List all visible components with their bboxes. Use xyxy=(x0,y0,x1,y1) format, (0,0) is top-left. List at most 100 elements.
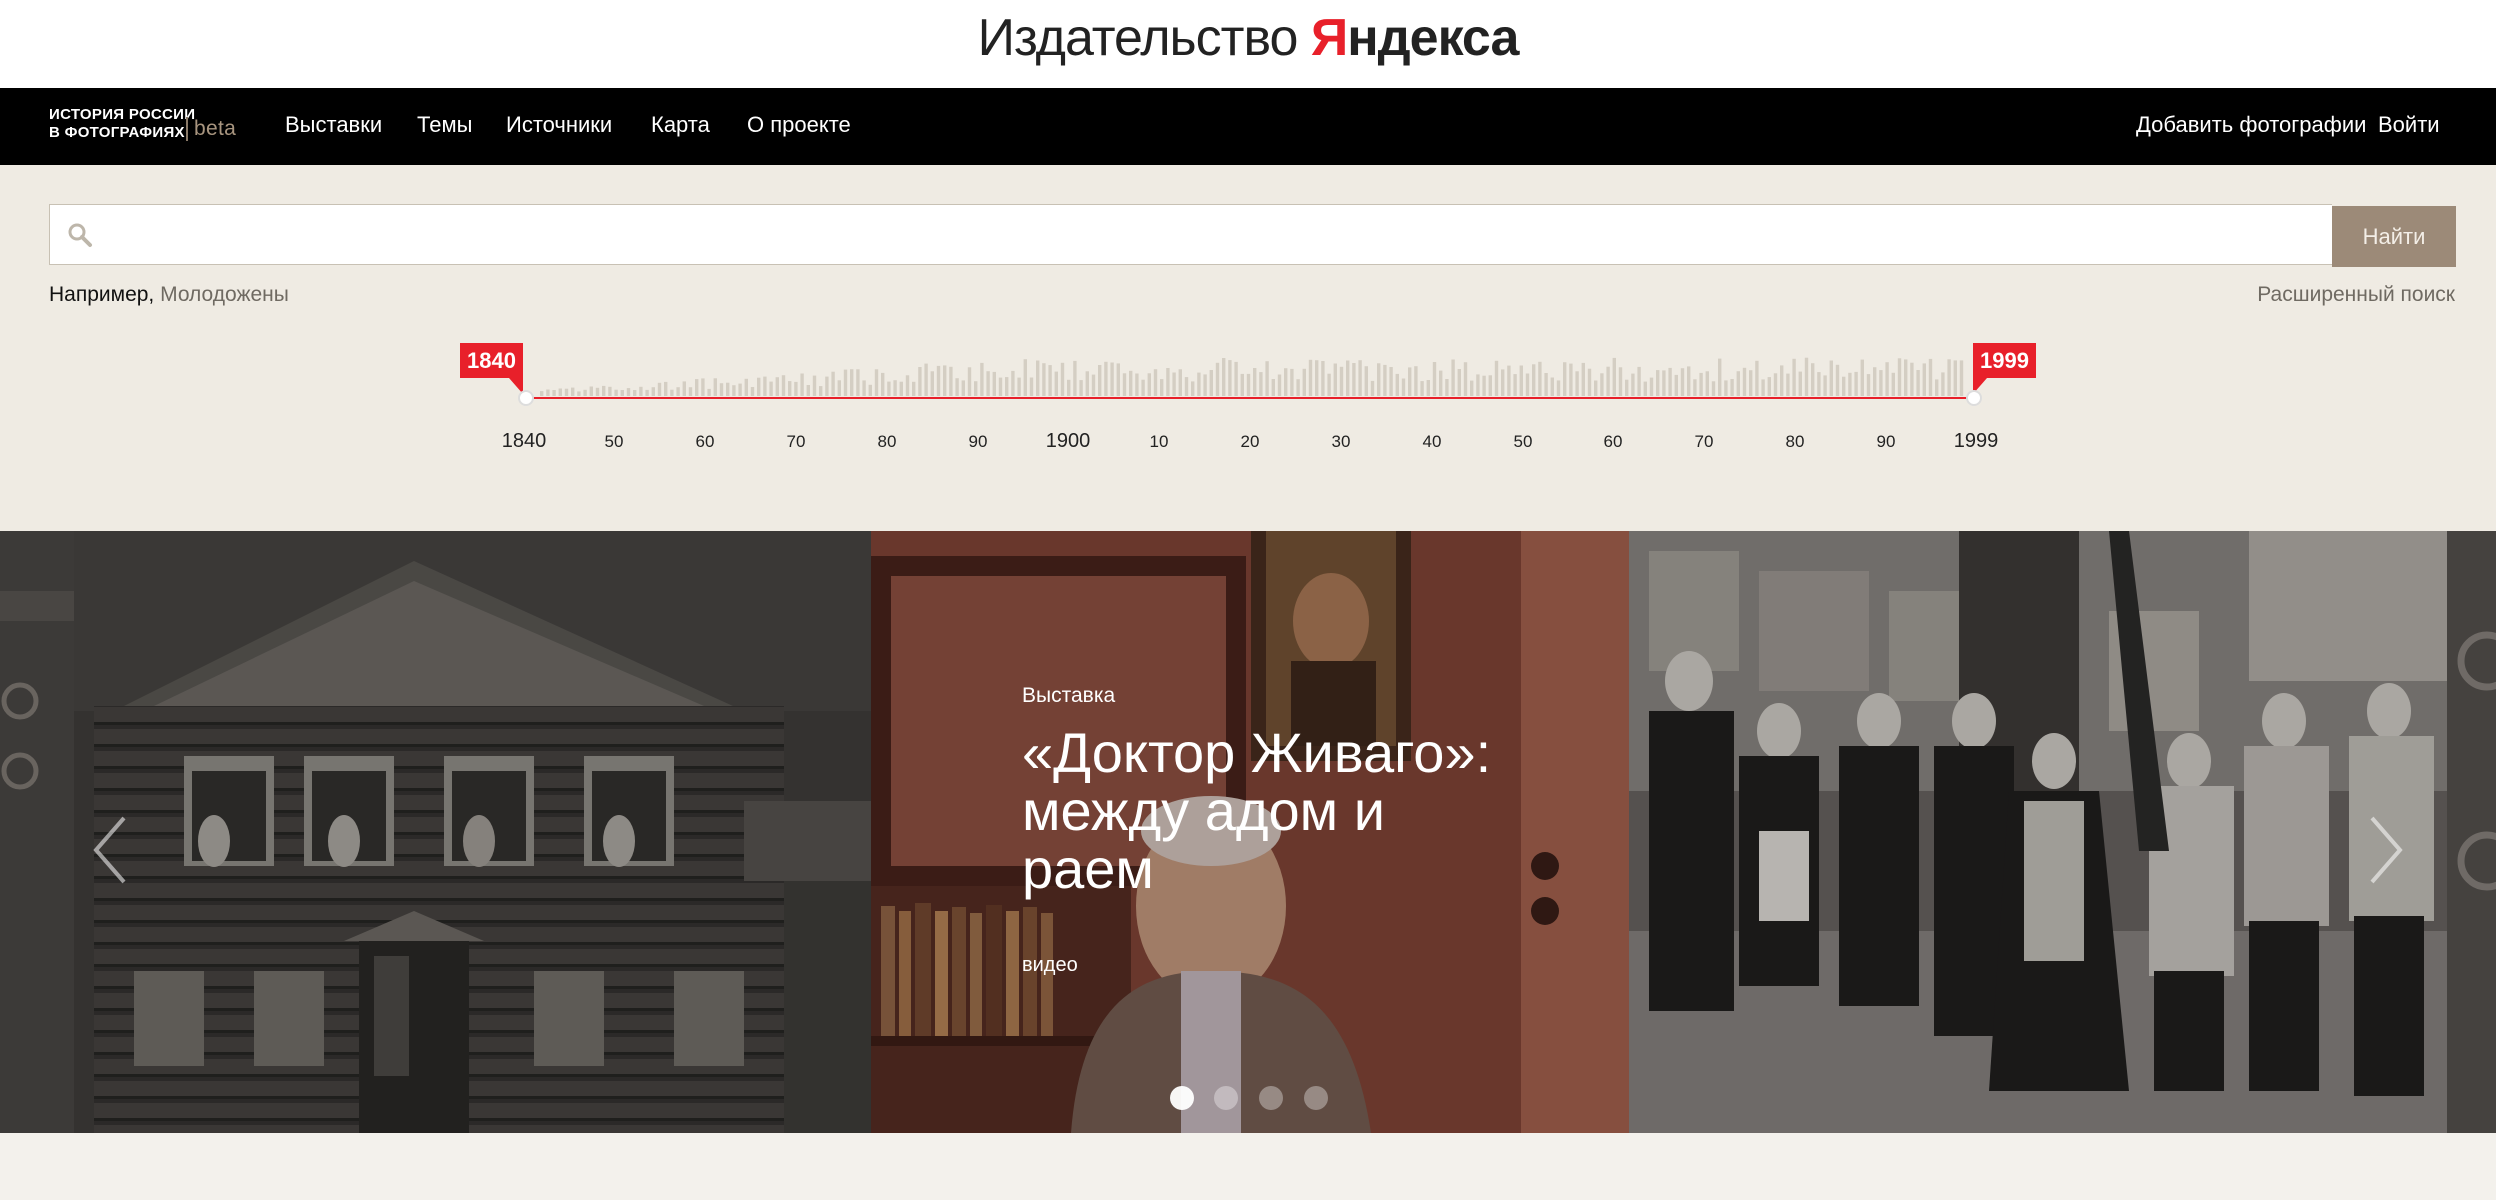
timeline-tick[interactable]: 80 xyxy=(1786,432,1805,452)
histogram-bar xyxy=(1575,371,1579,396)
histogram-bar xyxy=(1532,364,1536,396)
histogram-bar xyxy=(862,380,866,396)
histogram-bar xyxy=(881,372,885,396)
histogram-bar xyxy=(980,362,984,396)
histogram-bar xyxy=(1959,360,1964,396)
timeline-tick[interactable]: 70 xyxy=(1695,432,1714,452)
histogram-bar xyxy=(1507,365,1511,396)
histogram-bar xyxy=(769,381,773,396)
histogram-bar xyxy=(1711,381,1716,396)
carousel-dot-1[interactable] xyxy=(1170,1086,1194,1110)
histogram-bar xyxy=(1563,362,1567,396)
histogram-bar xyxy=(1067,379,1071,396)
carousel-prev-arrow[interactable] xyxy=(90,810,130,890)
histogram-bar xyxy=(812,375,817,396)
slide-category-label: Выставка xyxy=(1022,684,1116,707)
histogram-bar xyxy=(1160,379,1164,396)
histogram-bar xyxy=(1470,380,1474,396)
timeline-tick[interactable]: 20 xyxy=(1241,432,1260,452)
histogram-bar xyxy=(626,388,631,396)
histogram-bar xyxy=(775,377,779,396)
histogram-bar xyxy=(633,390,637,396)
histogram-bar xyxy=(1253,368,1257,396)
histogram-bar xyxy=(1277,374,1282,396)
timeline-tick[interactable]: 80 xyxy=(878,432,897,452)
histogram-bar xyxy=(763,376,767,396)
histogram-bar xyxy=(1662,370,1666,396)
histogram-bar xyxy=(738,383,742,396)
histogram-bar xyxy=(1420,381,1424,396)
histogram-bar xyxy=(1829,360,1833,396)
end-year-flag[interactable]: 1999 xyxy=(1973,343,2036,394)
histogram-bar xyxy=(1525,373,1530,396)
slide-media-type: видео xyxy=(1022,954,1078,976)
histogram-bar xyxy=(1897,358,1902,396)
histogram-bar xyxy=(1519,365,1523,396)
histogram-bar xyxy=(1680,368,1685,396)
histogram-bar xyxy=(912,381,916,396)
histogram-bar xyxy=(1594,380,1598,396)
histogram-bar xyxy=(1191,381,1195,396)
histogram-bar xyxy=(825,376,829,396)
timeline-tick[interactable]: 60 xyxy=(696,432,715,452)
histogram-bar xyxy=(602,385,606,396)
slide-title[interactable]: «Доктор Живаго»: между адом и раем xyxy=(1022,724,1502,898)
histogram-bar xyxy=(1786,373,1790,396)
timeline-tick[interactable]: 70 xyxy=(787,432,806,452)
end-year-handle[interactable] xyxy=(1966,390,1982,406)
histogram-bar xyxy=(1848,372,1852,396)
histogram-bar xyxy=(1693,379,1697,396)
histogram-bar xyxy=(1798,371,1802,396)
histogram-bar xyxy=(1494,360,1499,396)
timeline-tick[interactable]: 90 xyxy=(1877,432,1896,452)
histogram-bar xyxy=(1854,371,1858,396)
histogram-bar xyxy=(887,381,891,396)
histogram-bar xyxy=(1401,378,1406,396)
timeline-tick[interactable]: 1840 xyxy=(502,430,547,453)
timeline-tick[interactable]: 30 xyxy=(1332,432,1351,452)
timeline-tick[interactable]: 1999 xyxy=(1954,430,1999,453)
histogram-bar xyxy=(1017,377,1021,396)
histogram-bar xyxy=(1054,371,1058,396)
histogram-bar xyxy=(1085,371,1089,396)
timeline-tick[interactable]: 50 xyxy=(1514,432,1533,452)
carousel-dot-3[interactable] xyxy=(1259,1086,1283,1110)
timeline-tick[interactable]: 50 xyxy=(605,432,624,452)
histogram-bar xyxy=(924,363,928,396)
histogram-bar xyxy=(1172,372,1176,396)
timeline-tick[interactable]: 40 xyxy=(1423,432,1442,452)
histogram-bar xyxy=(1240,373,1244,396)
histogram-bar xyxy=(707,388,711,396)
histogram-bar xyxy=(1135,373,1139,396)
histogram-bar xyxy=(1395,373,1399,396)
histogram-bar xyxy=(1451,359,1455,396)
start-year-flag[interactable]: 1840 xyxy=(460,343,523,394)
timeline-tick[interactable]: 90 xyxy=(969,432,988,452)
histogram-bar xyxy=(1457,369,1461,396)
histogram-bar xyxy=(1005,377,1009,396)
histogram-bar xyxy=(1147,373,1151,396)
histogram-bar xyxy=(1842,376,1846,396)
histogram-bar xyxy=(1817,372,1821,396)
histogram-bar xyxy=(1197,372,1201,396)
histogram-bar xyxy=(1835,364,1840,396)
start-year-handle[interactable] xyxy=(518,390,534,406)
timeline-tick[interactable]: 10 xyxy=(1150,432,1169,452)
histogram-bar xyxy=(961,380,965,396)
histogram-bar xyxy=(1718,358,1722,396)
histogram-bar xyxy=(732,385,736,396)
histogram-bar xyxy=(800,373,804,396)
histogram-bar xyxy=(1079,380,1083,396)
histogram-bar xyxy=(1687,366,1691,396)
year-histogram xyxy=(540,357,1964,396)
timeline-tick[interactable]: 1900 xyxy=(1046,430,1091,453)
carousel-dot-2[interactable] xyxy=(1214,1086,1238,1110)
carousel-dot-4[interactable] xyxy=(1304,1086,1328,1110)
histogram-bar xyxy=(1315,360,1319,396)
histogram-bar xyxy=(856,369,860,396)
histogram-bar xyxy=(806,385,810,396)
carousel-next-arrow[interactable] xyxy=(2366,810,2406,890)
timeline-tick[interactable]: 60 xyxy=(1604,432,1623,452)
histogram-bar xyxy=(682,381,686,396)
histogram-bar xyxy=(670,389,674,396)
